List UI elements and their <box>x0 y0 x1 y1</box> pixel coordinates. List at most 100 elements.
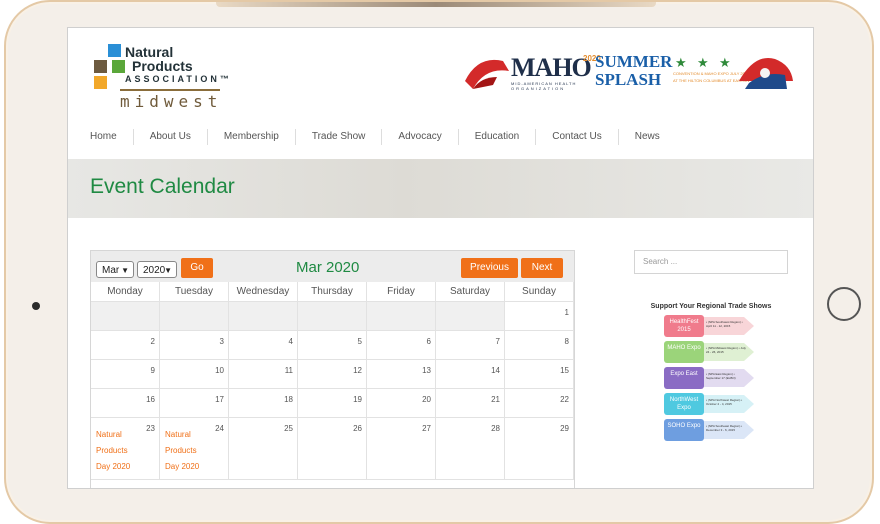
ad-show-pill: HealthFest 2015 <box>664 315 704 337</box>
calendar-day[interactable]: 28 <box>436 418 505 480</box>
regional-trade-shows-ad[interactable]: Support Your Regional Trade Shows Health… <box>634 301 788 451</box>
calendar-day[interactable]: 19 <box>298 389 367 418</box>
ad-show-pill: SOHO Expo <box>664 419 704 441</box>
nav-contact-us[interactable]: Contact Us <box>535 129 617 145</box>
star-icon: ★ <box>675 55 687 70</box>
month-select-value: Mar <box>102 265 120 276</box>
day-number: 19 <box>353 395 362 404</box>
calendar-day[interactable]: 15 <box>505 360 574 389</box>
calendar-day[interactable]: 8 <box>505 331 574 360</box>
logo-square-blue <box>108 44 121 57</box>
calendar-day[interactable]: 25 <box>229 418 298 480</box>
nav-membership[interactable]: Membership <box>206 129 295 145</box>
event-link[interactable]: Natural Products Day 2020 <box>165 427 213 475</box>
calendar-day[interactable]: 12 <box>298 360 367 389</box>
ad-show-info: • (NPA Southeast Region) • December 3 - … <box>706 424 743 432</box>
calendar-day[interactable]: 9 <box>91 360 160 389</box>
weekday-wednesday: Wednesday <box>229 282 298 302</box>
nav-education[interactable]: Education <box>457 129 535 145</box>
star-icon: ★ <box>697 55 709 70</box>
ad-show-info: • (NPA East Region) • September 17 (ELBO… <box>706 372 736 380</box>
nav-advocacy[interactable]: Advocacy <box>381 129 457 145</box>
calendar-day[interactable]: 10 <box>160 360 229 389</box>
banner-maho: MAHO <box>511 53 592 82</box>
ad-show-pill: MAHO Expo <box>664 341 704 363</box>
go-button[interactable]: Go <box>181 258 213 278</box>
calendar-day[interactable]: 23 Natural Products Day 2020 <box>91 418 160 480</box>
calendar-day[interactable]: 14 <box>436 360 505 389</box>
calendar-header: Mar ▼ 2020 ▼ Go Mar 2020 Previous Next <box>91 251 574 282</box>
month-select[interactable]: Mar ▼ <box>96 261 134 278</box>
banner-summer: SUMMER <box>595 52 673 71</box>
nav-home[interactable]: Home <box>90 129 133 145</box>
day-number: 13 <box>422 366 431 375</box>
day-number: 11 <box>284 366 293 375</box>
ad-show-info: • (NPA Midwest Region) • July 24 - 26, 2… <box>706 346 746 354</box>
weekday-saturday: Saturday <box>436 282 505 302</box>
calendar-day-empty <box>91 302 160 331</box>
day-number: 20 <box>422 395 431 404</box>
day-number: 21 <box>491 395 500 404</box>
banner-splash: SPLASH <box>595 70 662 89</box>
day-number: 9 <box>150 366 155 375</box>
calendar-day[interactable]: 24 Natural Products Day 2020 <box>160 418 229 480</box>
day-number: 18 <box>284 395 293 404</box>
day-number: 8 <box>564 337 569 346</box>
year-select[interactable]: 2020 ▼ <box>137 261 177 278</box>
home-button[interactable] <box>827 287 861 321</box>
day-number: 28 <box>491 424 500 433</box>
calendar-day[interactable]: 29 <box>505 418 574 480</box>
ad-show-row: SOHO Expo • (NPA Southeast Region) • Dec… <box>664 419 764 441</box>
event-link[interactable]: Natural Products Day 2020 <box>96 427 144 475</box>
chevron-down-icon: ▼ <box>164 266 172 275</box>
calendar-day[interactable]: 13 <box>367 360 436 389</box>
weekday-sunday: Sunday <box>505 282 574 302</box>
nav-news[interactable]: News <box>617 129 676 145</box>
calendar-day[interactable]: 5 <box>298 331 367 360</box>
npa-logo[interactable]: Natural Products ASSOCIATION™ midwest <box>90 42 230 112</box>
day-number: 7 <box>495 337 500 346</box>
next-button[interactable]: Next <box>521 258 563 278</box>
day-number: 16 <box>146 395 155 404</box>
calendar-day[interactable]: 20 <box>367 389 436 418</box>
calendar-day[interactable]: 18 <box>229 389 298 418</box>
calendar-day[interactable]: 17 <box>160 389 229 418</box>
previous-button[interactable]: Previous <box>461 258 518 278</box>
ad-show-row: MAHO Expo • (NPA Midwest Region) • July … <box>664 341 764 363</box>
calendar-day[interactable]: 3 <box>160 331 229 360</box>
day-number: 23 <box>146 424 155 433</box>
calendar-day[interactable]: 11 <box>229 360 298 389</box>
nav-trade-show[interactable]: Trade Show <box>294 129 382 145</box>
day-number: 12 <box>353 366 362 375</box>
day-number: 17 <box>215 395 224 404</box>
day-number: 14 <box>491 366 500 375</box>
day-number: 26 <box>353 424 362 433</box>
calendar-day[interactable]: 2 <box>91 331 160 360</box>
banner-flag-icon <box>465 59 509 89</box>
day-number: 4 <box>288 337 293 346</box>
day-number: 27 <box>422 424 431 433</box>
maho-summer-splash-banner[interactable]: MAHO MID-AMERICAN HEALTH ORGANIZATION 20… <box>463 51 793 93</box>
calendar-day[interactable]: 26 <box>298 418 367 480</box>
calendar-day[interactable]: 1 <box>505 302 574 331</box>
camera-icon <box>32 302 40 310</box>
chevron-down-icon: ▼ <box>121 266 129 275</box>
ad-title: Support Your Regional Trade Shows <box>650 303 772 310</box>
day-number: 10 <box>215 366 224 375</box>
logo-divider <box>120 89 220 91</box>
calendar-day[interactable]: 21 <box>436 389 505 418</box>
search-input[interactable]: Search ... <box>634 250 788 274</box>
main-nav: Home About Us Membership Trade Show Advo… <box>90 127 676 147</box>
calendar-day[interactable]: 27 <box>367 418 436 480</box>
calendar-day[interactable]: 16 <box>91 389 160 418</box>
day-number: 22 <box>560 395 569 404</box>
ad-show-row: Expo East • (NPA East Region) • Septembe… <box>664 367 764 389</box>
year-select-value: 2020 <box>143 265 166 276</box>
calendar-day[interactable]: 22 <box>505 389 574 418</box>
calendar-day[interactable]: 6 <box>367 331 436 360</box>
calendar-day[interactable]: 4 <box>229 331 298 360</box>
nav-about-us[interactable]: About Us <box>132 129 207 145</box>
calendar-day[interactable]: 7 <box>436 331 505 360</box>
ad-show-info: • (NPA Southwest Region) • April 11 - 12… <box>706 320 743 328</box>
weekday-tuesday: Tuesday <box>160 282 229 302</box>
